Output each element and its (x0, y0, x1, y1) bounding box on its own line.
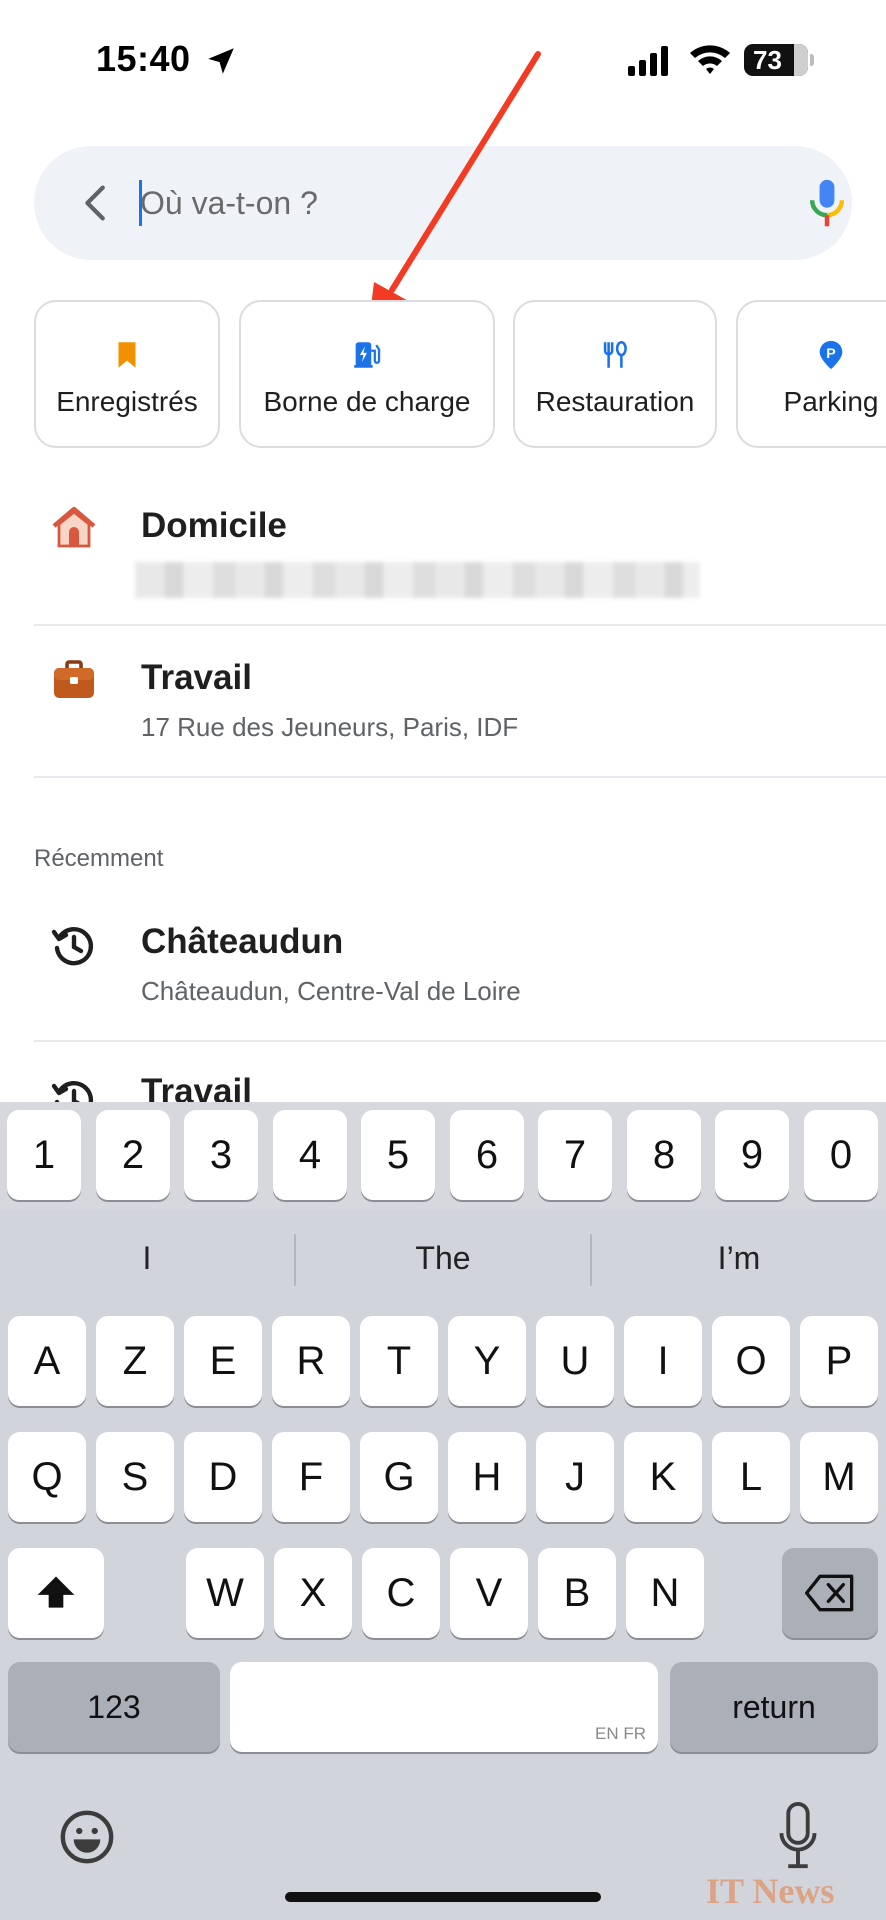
emoji-icon[interactable] (58, 1808, 116, 1866)
ev-charger-icon (354, 342, 381, 368)
place-address: 17 Rue des Jeuneurs, Paris, IDF (141, 712, 519, 742)
key-y[interactable]: Y (448, 1316, 526, 1406)
return-key[interactable]: return (670, 1662, 878, 1752)
history-icon (51, 1081, 94, 1102)
recent-title: Travail (141, 1072, 252, 1102)
watermark: IT News (706, 1871, 835, 1911)
microphone-icon[interactable] (804, 178, 850, 230)
recent-item[interactable]: Châteaudun Châteaudun, Centre-Val de Loi… (0, 890, 886, 1040)
key-b[interactable]: B (538, 1548, 616, 1638)
key-a[interactable]: A (8, 1316, 86, 1406)
status-time: 15:40 (96, 38, 191, 79)
key-2[interactable]: 2 (96, 1110, 170, 1200)
saved-place-work[interactable]: Travail 17 Rue des Jeuneurs, Paris, IDF (0, 626, 886, 776)
parking-icon: P (819, 340, 843, 370)
status-bar: 15:40 73 (0, 0, 886, 120)
backspace-icon (805, 1574, 854, 1612)
key-4[interactable]: 4 (273, 1110, 347, 1200)
search-input[interactable] (140, 172, 700, 234)
key-r[interactable]: R (272, 1316, 350, 1406)
location-arrow-icon (208, 48, 234, 74)
delete-key[interactable] (782, 1548, 878, 1638)
key-p[interactable]: P (800, 1316, 878, 1406)
chip-label: Borne de charge (263, 386, 471, 417)
back-chevron-icon[interactable] (74, 180, 120, 226)
chip-restaurant[interactable]: Restauration (513, 300, 717, 448)
key-8[interactable]: 8 (627, 1110, 701, 1200)
wifi-icon (690, 45, 730, 74)
chip-label: Restauration (535, 386, 695, 417)
chip-saved[interactable]: Enregistrés (34, 300, 220, 448)
dictation-microphone-icon[interactable] (778, 1802, 818, 1872)
recent-title: Châteaudun (141, 922, 344, 961)
shift-icon (37, 1576, 75, 1608)
key-f[interactable]: F (272, 1432, 350, 1522)
chip-label: Parking (783, 386, 879, 417)
key-n[interactable]: N (626, 1548, 704, 1638)
chip-parking[interactable]: P Parking (736, 300, 886, 448)
svg-text:P: P (826, 346, 835, 362)
category-chips: Enregistrés Borne de charge Restauration… (0, 300, 886, 450)
language-hint: EN FR (595, 1724, 646, 1743)
key-z[interactable]: Z (96, 1316, 174, 1406)
key-x[interactable]: X (274, 1548, 352, 1638)
history-icon (51, 927, 94, 966)
key-c[interactable]: C (362, 1548, 440, 1638)
key-i[interactable]: I (624, 1316, 702, 1406)
key-o[interactable]: O (712, 1316, 790, 1406)
key-k[interactable]: K (624, 1432, 702, 1522)
saved-place-home[interactable]: Domicile (0, 480, 886, 625)
battery-indicator: 73 (744, 44, 814, 76)
cellular-signal-icon (628, 46, 668, 76)
home-indicator[interactable] (285, 1892, 601, 1902)
suggestion-2[interactable]: The (298, 1230, 588, 1286)
divider (34, 776, 886, 778)
key-0[interactable]: 0 (804, 1110, 878, 1200)
key-5[interactable]: 5 (361, 1110, 435, 1200)
key-1[interactable]: 1 (7, 1110, 81, 1200)
blurred-address (135, 562, 700, 598)
place-title: Domicile (141, 506, 287, 545)
chip-label: Enregistrés (56, 386, 198, 417)
home-icon (52, 506, 96, 548)
shift-key[interactable] (8, 1548, 104, 1638)
chip-ev-charger[interactable]: Borne de charge (239, 300, 495, 448)
key-9[interactable]: 9 (715, 1110, 789, 1200)
key-g[interactable]: G (360, 1432, 438, 1522)
place-title: Travail (141, 658, 252, 697)
key-d[interactable]: D (184, 1432, 262, 1522)
briefcase-icon (54, 660, 94, 698)
search-bar[interactable] (34, 146, 852, 260)
key-l[interactable]: L (712, 1432, 790, 1522)
key-w[interactable]: W (186, 1548, 264, 1638)
suggestion-separator (294, 1234, 296, 1286)
numbers-key[interactable]: 123 (8, 1662, 220, 1752)
recent-item[interactable]: Travail (0, 1042, 886, 1102)
suggestion-1[interactable]: I (2, 1230, 292, 1286)
key-3[interactable]: 3 (184, 1110, 258, 1200)
restaurant-icon (603, 340, 627, 368)
key-m[interactable]: M (800, 1432, 878, 1522)
recent-subtitle: Châteaudun, Centre-Val de Loire (141, 976, 521, 1006)
keyboard: 1 2 3 4 5 6 7 8 9 0 I The I’m A Z E R T … (0, 1102, 886, 1920)
recent-section-label: Récemment (34, 845, 164, 872)
key-e[interactable]: E (184, 1316, 262, 1406)
key-q[interactable]: Q (8, 1432, 86, 1522)
number-row: 1 2 3 4 5 6 7 8 9 0 (0, 1102, 886, 1210)
key-7[interactable]: 7 (538, 1110, 612, 1200)
key-6[interactable]: 6 (450, 1110, 524, 1200)
suggestion-separator (590, 1234, 592, 1286)
key-h[interactable]: H (448, 1432, 526, 1522)
key-s[interactable]: S (96, 1432, 174, 1522)
key-v[interactable]: V (450, 1548, 528, 1638)
suggestion-3[interactable]: I’m (594, 1230, 884, 1286)
bookmark-icon (118, 342, 136, 368)
space-key[interactable]: EN FR (230, 1662, 658, 1752)
key-j[interactable]: J (536, 1432, 614, 1522)
battery-level: 73 (753, 44, 782, 75)
key-u[interactable]: U (536, 1316, 614, 1406)
key-t[interactable]: T (360, 1316, 438, 1406)
